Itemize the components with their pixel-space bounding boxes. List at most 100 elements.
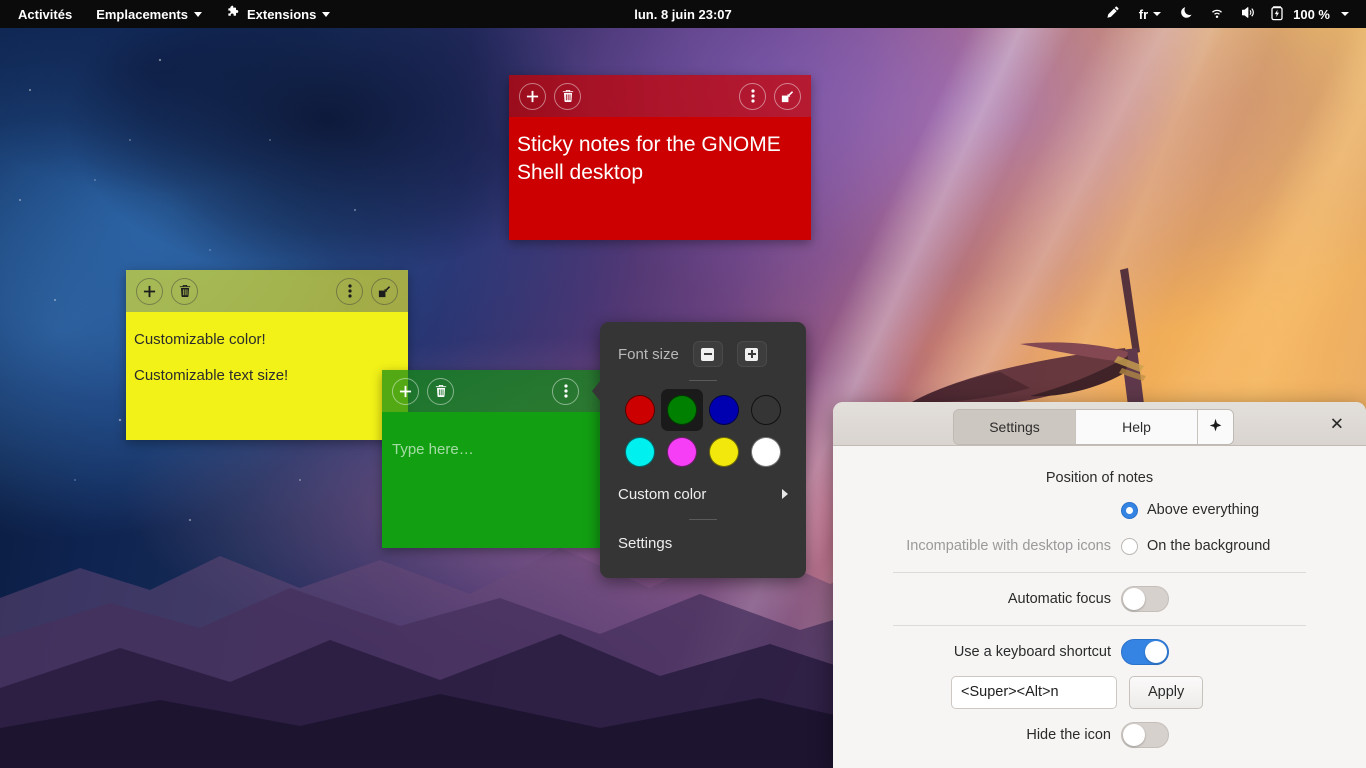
menu-separator [689, 380, 717, 381]
plus-icon [745, 347, 759, 361]
sticky-note-red[interactable]: Sticky notes for the GNOME Shell desktop [509, 75, 811, 240]
font-size-row: Font size [600, 332, 806, 376]
note-text-red-line: Sticky notes for the GNOME Shell desktop [517, 133, 781, 185]
add-note-button[interactable] [136, 277, 163, 305]
hide-the-icon-toggle[interactable] [1121, 722, 1169, 748]
color-swatch-white[interactable] [745, 431, 787, 473]
font-size-increase-button[interactable] [736, 341, 767, 367]
automatic-focus-toggle[interactable] [1121, 586, 1169, 612]
swatch-dot [625, 395, 655, 425]
pencil-icon [1106, 5, 1121, 23]
color-swatch-red[interactable] [619, 389, 661, 431]
swatch-dot [709, 395, 739, 425]
close-window-button[interactable]: ✕ [1330, 415, 1344, 432]
system-status-area[interactable]: 100 % [1170, 0, 1358, 28]
automatic-focus-control [1121, 586, 1306, 612]
color-swatch-black[interactable] [745, 389, 787, 431]
note-menu-button[interactable] [336, 277, 363, 305]
radio-on-the-background-group[interactable]: On the background [1121, 537, 1306, 555]
note-text-red[interactable]: Sticky notes for the GNOME Shell desktop [509, 117, 811, 240]
puzzle-piece-icon [226, 5, 241, 23]
note-placeholder-green: Type here… [392, 441, 474, 458]
radio-on-the-background[interactable] [1121, 537, 1138, 555]
swatch-dot [667, 437, 697, 467]
radio-above-everything-label: Above everything [1147, 502, 1260, 518]
places-menu[interactable]: Emplacements [84, 0, 214, 28]
desktop-screen: Activités Emplacements Extensions lun. 8… [0, 0, 1366, 768]
apply-button[interactable]: Apply [1129, 675, 1204, 709]
color-swatch-blue[interactable] [703, 389, 745, 431]
toggle-knob [1123, 588, 1145, 610]
note-header-red [509, 75, 811, 117]
sticky-note-green[interactable]: Type here… [382, 370, 605, 548]
color-swatch-green[interactable] [661, 389, 703, 431]
resize-note-button[interactable] [774, 82, 801, 110]
note-menu-button[interactable] [552, 377, 579, 405]
toggle-knob [1145, 641, 1167, 663]
sparkle-icon [1208, 418, 1223, 436]
use-keyboard-shortcut-toggle[interactable] [1121, 639, 1169, 665]
tab-about[interactable] [1198, 410, 1233, 444]
settings-window: Settings Help ✕ Position of notes Above … [833, 402, 1366, 768]
top-bar-left-group: Activités Emplacements Extensions [0, 0, 342, 28]
radio-above-everything-group[interactable]: Above everything [1121, 501, 1306, 519]
hide-the-icon-control [1121, 722, 1306, 748]
delete-note-button[interactable] [427, 377, 454, 405]
color-swatch-grid [600, 387, 806, 473]
color-swatch-magenta[interactable] [661, 431, 703, 473]
automatic-focus-label: Automatic focus [1007, 591, 1111, 607]
settings-tab-bar: Settings Help [953, 409, 1234, 445]
shortcut-input[interactable]: <Super><Alt>n [951, 675, 1117, 709]
menu-pointer-arrow [592, 380, 601, 402]
row-above-everything: Above everything [893, 492, 1306, 528]
screenshot-annotate-button[interactable] [1097, 0, 1130, 28]
sticky-note-yellow[interactable]: Customizable color! Customizable text si… [126, 270, 408, 440]
resize-note-button[interactable] [371, 277, 398, 305]
clock-label: lun. 8 juin 23:07 [634, 6, 732, 22]
position-of-notes-label: Position of notes [1045, 470, 1154, 486]
places-label: Emplacements [96, 6, 188, 22]
swatch-dot [667, 395, 697, 425]
swatch-dot [625, 437, 655, 467]
delete-note-button[interactable] [554, 82, 581, 110]
note-text-yellow-line-1: Customizable color! [134, 331, 266, 348]
keyboard-layout-menu[interactable]: fr [1130, 0, 1170, 28]
add-note-button[interactable] [519, 82, 546, 110]
note-context-menu: Font size Custom color Settings [592, 322, 806, 578]
chevron-down-icon [193, 11, 202, 17]
radio-on-the-background-label: On the background [1147, 538, 1271, 554]
swatch-dot [751, 437, 781, 467]
color-swatch-cyan[interactable] [619, 431, 661, 473]
activities-button[interactable]: Activités [6, 0, 84, 28]
note-text-green[interactable]: Type here… [382, 412, 605, 548]
settings-menu-item[interactable]: Settings [600, 526, 806, 560]
custom-color-menu-item[interactable]: Custom color [600, 477, 806, 511]
toggle-knob [1123, 724, 1145, 746]
settings-divider [893, 572, 1306, 573]
row-on-the-background: Incompatible with desktop icons On the b… [893, 528, 1306, 564]
custom-color-label: Custom color [618, 485, 707, 503]
tab-settings[interactable]: Settings [954, 410, 1076, 444]
note-menu-button[interactable] [739, 82, 766, 110]
row-shortcut-entry: <Super><Alt>n Apply [893, 670, 1306, 714]
extensions-menu[interactable]: Extensions [214, 0, 342, 28]
radio-above-everything[interactable] [1121, 501, 1138, 519]
activities-label: Activités [18, 6, 73, 22]
font-size-decrease-button[interactable] [692, 341, 723, 367]
battery-charging-icon [1271, 5, 1283, 24]
add-note-button[interactable] [392, 377, 419, 405]
tab-help[interactable]: Help [1076, 410, 1198, 444]
shortcut-input-value: <Super><Alt>n [961, 684, 1059, 700]
use-keyboard-shortcut-control [1121, 639, 1306, 665]
minus-icon [701, 347, 715, 361]
delete-note-button[interactable] [171, 277, 198, 305]
note-text-yellow[interactable]: Customizable color! Customizable text si… [126, 312, 408, 440]
menu-separator [689, 519, 717, 520]
note-header-yellow [126, 270, 408, 312]
keyboard-layout-label: fr [1138, 6, 1149, 22]
apply-button-label: Apply [1148, 684, 1185, 700]
color-swatch-yellow[interactable] [703, 431, 745, 473]
row-hide-the-icon: Hide the icon [893, 714, 1306, 756]
settings-divider [893, 625, 1306, 626]
volume-icon [1240, 5, 1256, 23]
